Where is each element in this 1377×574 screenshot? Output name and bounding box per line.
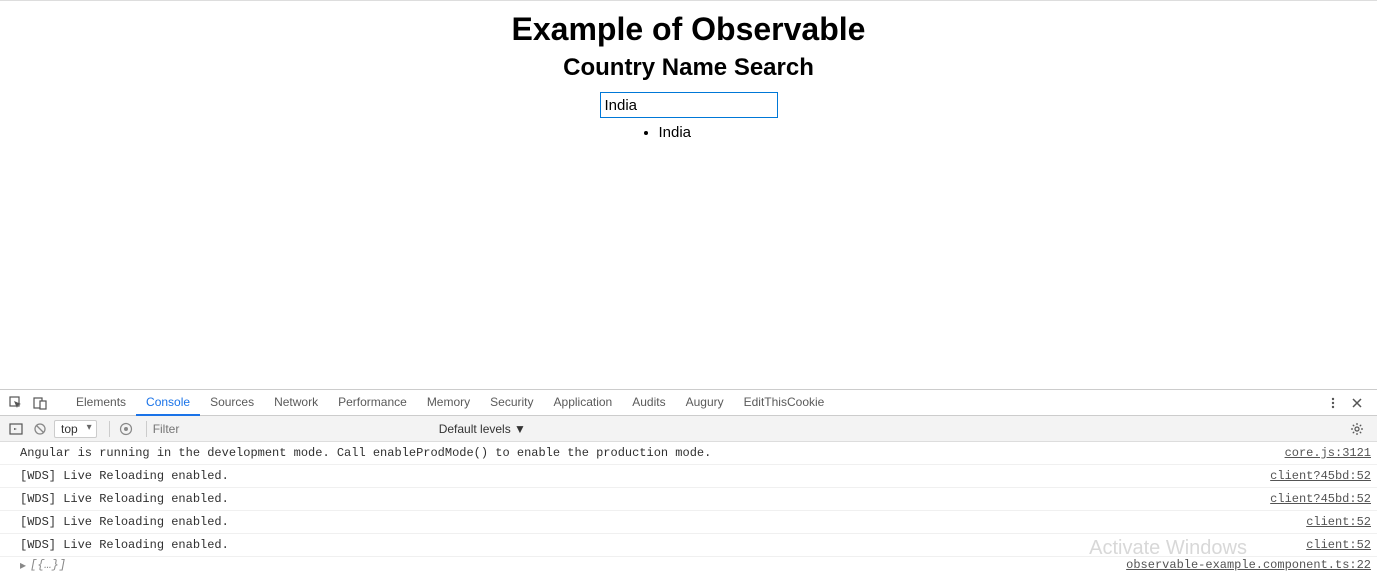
devtools-tab-bar: ElementsConsoleSourcesNetworkPerformance… <box>0 390 1377 416</box>
log-message: [WDS] Live Reloading enabled. <box>20 536 1306 554</box>
console-sidebar-toggle-icon[interactable] <box>6 419 26 439</box>
log-source-link[interactable]: client?45bd:52 <box>1270 490 1371 508</box>
page-heading: Example of Observable <box>0 11 1377 48</box>
app-page: Example of Observable Country Name Searc… <box>0 0 1377 389</box>
devtools-tab-elements[interactable]: Elements <box>66 390 136 416</box>
log-source-link[interactable]: core.js:3121 <box>1285 444 1371 462</box>
devtools-panel: ElementsConsoleSourcesNetworkPerformance… <box>0 389 1377 566</box>
page-subheading: Country Name Search <box>0 54 1377 82</box>
search-results-list: India <box>0 124 1377 141</box>
console-log-row: [WDS] Live Reloading enabled.client?45bd… <box>0 488 1377 511</box>
separator <box>146 421 147 437</box>
devtools-tab-memory[interactable]: Memory <box>417 390 480 416</box>
log-source-link[interactable]: client:52 <box>1306 513 1371 531</box>
live-expression-icon[interactable] <box>116 419 136 439</box>
console-log-area: Angular is running in the development mo… <box>0 442 1377 574</box>
log-levels-dropdown[interactable]: Default levels ▼ <box>439 422 526 436</box>
devtools-tab-editthiscookie[interactable]: EditThisCookie <box>734 390 835 416</box>
search-result-item: India <box>659 124 719 141</box>
device-toggle-icon[interactable] <box>30 393 50 413</box>
log-source-link[interactable]: client:52 <box>1306 536 1371 554</box>
log-message: [WDS] Live Reloading enabled. <box>20 467 1270 485</box>
separator <box>109 421 110 437</box>
console-log-row: [WDS] Live Reloading enabled.client:52 <box>0 511 1377 534</box>
log-message: [WDS] Live Reloading enabled. <box>20 513 1306 531</box>
devtools-tabs: ElementsConsoleSourcesNetworkPerformance… <box>66 390 834 416</box>
devtools-tab-security[interactable]: Security <box>480 390 543 416</box>
devtools-tab-sources[interactable]: Sources <box>200 390 264 416</box>
log-message: [WDS] Live Reloading enabled. <box>20 490 1270 508</box>
inspect-element-icon[interactable] <box>6 393 26 413</box>
console-log-row: Angular is running in the development mo… <box>0 442 1377 465</box>
devtools-menu-icon[interactable] <box>1323 393 1343 413</box>
devtools-tab-network[interactable]: Network <box>264 390 328 416</box>
console-log-row: [WDS] Live Reloading enabled.client?45bd… <box>0 465 1377 488</box>
console-filter-input[interactable] <box>153 422 433 436</box>
devtools-tab-augury[interactable]: Augury <box>676 390 734 416</box>
execution-context-dropdown[interactable]: top <box>54 420 97 438</box>
clear-console-icon[interactable] <box>30 419 50 439</box>
console-log-row: [WDS] Live Reloading enabled.client:52 <box>0 534 1377 557</box>
devtools-tab-application[interactable]: Application <box>544 390 623 416</box>
log-source-link[interactable]: client?45bd:52 <box>1270 467 1371 485</box>
country-search-input[interactable] <box>600 92 778 118</box>
devtools-tab-console[interactable]: Console <box>136 390 200 416</box>
console-settings-icon[interactable] <box>1347 419 1367 439</box>
console-toolbar: top Default levels ▼ <box>0 416 1377 442</box>
devtools-tab-audits[interactable]: Audits <box>622 390 675 416</box>
devtools-close-icon[interactable] <box>1347 393 1367 413</box>
devtools-tab-performance[interactable]: Performance <box>328 390 417 416</box>
log-message: Angular is running in the development mo… <box>20 444 1285 462</box>
